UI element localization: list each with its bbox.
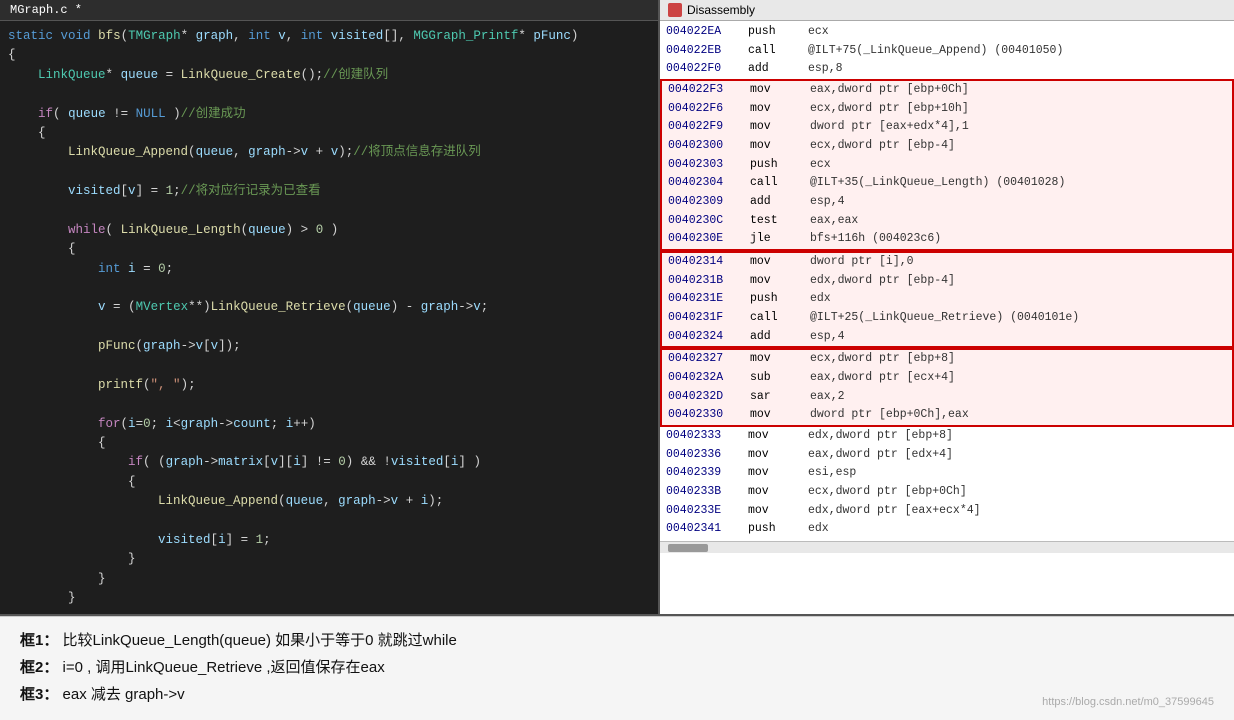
disasm-title: Disassembly: [660, 0, 1234, 21]
disasm-row: 0040232D sar eax,2: [660, 388, 1234, 407]
code-line: static void bfs(TMGraph* graph, int v, i…: [8, 27, 650, 46]
disasm-row: 004022F9 mov dword ptr [eax+edx*4],1: [660, 118, 1234, 137]
disasm-row: 0040231B mov edx,dword ptr [ebp-4]: [660, 272, 1234, 291]
code-line: visited[v] = 1;//将对应行记录为已查看: [8, 182, 650, 201]
code-line: [8, 85, 650, 104]
code-line: LinkQueue_Append(queue, graph->v + i);: [8, 492, 650, 511]
disasm-row: 00402303 push ecx: [660, 156, 1234, 175]
disasm-row: 00402341 push edx: [660, 520, 1234, 539]
disasm-icon: [668, 3, 682, 17]
disasm-row-group1-end: 0040230E jle bfs+116h (004023c6): [660, 230, 1234, 251]
disasm-scrollbar[interactable]: [660, 541, 1234, 553]
annotation-text-3: eax 减去 graph->v: [63, 686, 185, 703]
code-line: [8, 279, 650, 298]
code-line: [8, 511, 650, 530]
code-line: int i = 0;: [8, 260, 650, 279]
disasm-row: 0040231E push edx: [660, 290, 1234, 309]
disasm-row: 00402336 mov eax,dword ptr [edx+4]: [660, 446, 1234, 465]
code-content: static void bfs(TMGraph* graph, int v, i…: [0, 21, 658, 614]
bottom-wrapper: 框1： 比较LinkQueue_Length(queue) 如果小于等于0 就跳…: [0, 616, 1234, 720]
code-line: printf(", ");: [8, 376, 650, 395]
disasm-row-group3-start: 00402327 mov ecx,dword ptr [ebp+8]: [660, 348, 1234, 369]
code-line: }: [8, 589, 650, 608]
code-line: while( LinkQueue_Length(queue) > 0 ): [8, 221, 650, 240]
disasm-row: 0040233B mov ecx,dword ptr [ebp+0Ch]: [660, 483, 1234, 502]
disasm-row: 00402304 call @ILT+35(_LinkQueue_Length)…: [660, 174, 1234, 193]
annotation-line-3: 框3： eax 减去 graph->v: [20, 683, 1214, 707]
disasm-panel: Disassembly 004022EA push ecx 004022EB c…: [660, 0, 1234, 614]
code-line: {: [8, 124, 650, 143]
main-container: MGraph.c * static void bfs(TMGraph* grap…: [0, 0, 1234, 720]
code-line: {: [8, 46, 650, 65]
disasm-title-label: Disassembly: [687, 3, 755, 17]
code-line: v = (MVertex**)LinkQueue_Retrieve(queue)…: [8, 298, 650, 317]
disasm-row: 00402300 mov ecx,dword ptr [ebp-4]: [660, 137, 1234, 156]
annotation-line-1: 框1： 比较LinkQueue_Length(queue) 如果小于等于0 就跳…: [20, 629, 1214, 653]
disasm-row-group2-end: 00402324 add esp,4: [660, 328, 1234, 349]
disasm-content: 004022EA push ecx 004022EB call @ILT+75(…: [660, 21, 1234, 541]
code-line: pFunc(graph->v[v]);: [8, 337, 650, 356]
code-line: }: [8, 570, 650, 589]
disasm-row: 00402339 mov esi,esp: [660, 464, 1234, 483]
disasm-row-group2-start: 00402314 mov dword ptr [i],0: [660, 251, 1234, 272]
annotation-text-1: 比较LinkQueue_Length(queue) 如果小于等于0 就跳过whi…: [63, 632, 457, 649]
code-line: }: [8, 550, 650, 569]
disasm-row: 0040231F call @ILT+25(_LinkQueue_Retriev…: [660, 309, 1234, 328]
disasm-scroll-thumb[interactable]: [668, 544, 708, 552]
code-line: [8, 356, 650, 375]
code-panel: MGraph.c * static void bfs(TMGraph* grap…: [0, 0, 660, 614]
code-line: {: [8, 473, 650, 492]
code-line: [8, 318, 650, 337]
watermark: https://blog.csdn.net/m0_37599645: [1042, 696, 1214, 708]
disasm-row: 004022F6 mov ecx,dword ptr [ebp+10h]: [660, 100, 1234, 119]
code-line: LinkQueue_Append(queue, graph->v + v);//…: [8, 143, 650, 162]
disasm-row-group3-end: 00402330 mov dword ptr [ebp+0Ch],eax: [660, 406, 1234, 427]
annotation-label-2: 框2：: [20, 659, 58, 676]
code-line: if( (graph->matrix[v][i] != 0) && !visit…: [8, 453, 650, 472]
disasm-row: 00402309 add esp,4: [660, 193, 1234, 212]
disasm-row: 0040232A sub eax,dword ptr [ecx+4]: [660, 369, 1234, 388]
disasm-row: 0040230C test eax,eax: [660, 212, 1234, 231]
top-panel: MGraph.c * static void bfs(TMGraph* grap…: [0, 0, 1234, 616]
code-line: LinkQueue* queue = LinkQueue_Create();//…: [8, 66, 650, 85]
disasm-row: 004022EB call @ILT+75(_LinkQueue_Append)…: [660, 42, 1234, 61]
code-line: if( queue != NULL )//创建成功: [8, 105, 650, 124]
disasm-row-group1-start: 004022F3 mov eax,dword ptr [ebp+0Ch]: [660, 79, 1234, 100]
code-line: {: [8, 240, 650, 259]
code-line: [8, 201, 650, 220]
code-line: for(i=0; i<graph->count; i++): [8, 415, 650, 434]
disasm-row: 004022F0 add esp,8: [660, 60, 1234, 79]
annotation-text-2: i=0 , 调用LinkQueue_Retrieve ,返回值保存在eax: [63, 659, 385, 676]
annotation-label-1: 框1：: [20, 632, 58, 649]
disasm-row: 004022EA push ecx: [660, 23, 1234, 42]
disasm-row: 00402333 mov edx,dword ptr [ebp+8]: [660, 427, 1234, 446]
annotation-line-2: 框2： i=0 , 调用LinkQueue_Retrieve ,返回值保存在ea…: [20, 656, 1214, 680]
code-title-label: MGraph.c *: [10, 3, 82, 17]
disasm-row: 0040233E mov edx,dword ptr [eax+ecx*4]: [660, 502, 1234, 521]
code-line: visited[i] = 1;: [8, 531, 650, 550]
annotation-label-3: 框3：: [20, 686, 58, 703]
code-line: [8, 163, 650, 182]
code-panel-title: MGraph.c *: [0, 0, 658, 21]
code-line: [8, 395, 650, 414]
code-line: {: [8, 434, 650, 453]
